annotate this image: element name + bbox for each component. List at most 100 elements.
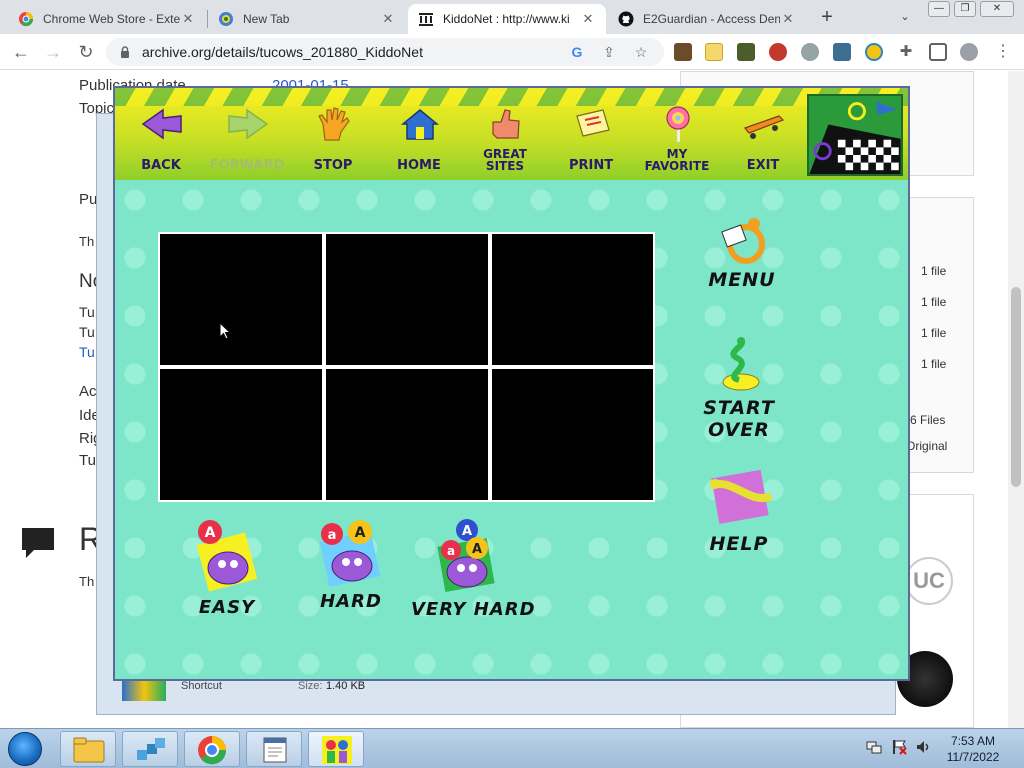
file-count[interactable]: 1 file bbox=[921, 357, 946, 371]
shortcut-type: Shortcut bbox=[181, 680, 222, 692]
forward-arrow-icon[interactable]: → bbox=[42, 41, 64, 63]
close-window-button[interactable]: ✕ bbox=[980, 1, 1014, 17]
exit-button[interactable]: EXIT bbox=[721, 102, 805, 176]
file-count[interactable]: 1 file bbox=[921, 326, 946, 340]
home-button[interactable]: HOME bbox=[377, 102, 461, 176]
snake-menu-icon bbox=[721, 218, 765, 264]
print-button[interactable]: PRINT bbox=[549, 102, 633, 176]
google-lens-icon[interactable]: G bbox=[568, 43, 586, 61]
extension-bug-icon[interactable] bbox=[769, 43, 787, 61]
bookmark-star-icon[interactable]: ☆ bbox=[632, 43, 650, 61]
start-over-button[interactable]: START OVER bbox=[699, 336, 779, 441]
back-button[interactable]: BACK bbox=[119, 102, 203, 176]
page-scrollbar[interactable] bbox=[1008, 71, 1024, 728]
shortcut-size-label: Size: bbox=[298, 680, 323, 692]
tab-new-tab[interactable]: New Tab ✕ bbox=[208, 4, 406, 34]
chrome-icon bbox=[198, 736, 227, 765]
file-count[interactable]: 1 file bbox=[921, 264, 946, 278]
taskbar-explorer[interactable] bbox=[60, 731, 116, 767]
exit-label: EXIT bbox=[746, 158, 780, 173]
extension-photo-icon[interactable] bbox=[737, 43, 755, 61]
windows-taskbar: 7:53 AM 11/7/2022 bbox=[0, 728, 1024, 768]
share-icon[interactable]: ⇪ bbox=[600, 43, 618, 61]
volume-tray-icon[interactable] bbox=[915, 739, 931, 755]
grid-cell[interactable] bbox=[326, 369, 488, 500]
network-icon bbox=[137, 738, 165, 760]
page-label: Tu bbox=[79, 324, 95, 340]
extension-notes-icon[interactable] bbox=[705, 43, 723, 61]
tab-kiddonet[interactable]: KiddoNet : http://www.ki ✕ bbox=[408, 4, 606, 34]
file-count[interactable]: 6 Files bbox=[910, 413, 945, 427]
back-arrow-icon[interactable]: ← bbox=[10, 41, 32, 63]
help-button[interactable]: HELP bbox=[699, 466, 779, 555]
hard-button[interactable]: a A HARD bbox=[301, 518, 401, 612]
tab-chrome-web-store[interactable]: Chrome Web Store - Exte ✕ bbox=[8, 4, 206, 34]
tab-e2guardian[interactable]: E2Guardian - Access Den ✕ bbox=[608, 4, 806, 34]
page-label: Tu bbox=[79, 304, 95, 320]
network-tray-icon[interactable] bbox=[866, 739, 882, 755]
tab-search-chevron-icon[interactable]: ⌄ bbox=[896, 8, 914, 26]
grid-cell[interactable] bbox=[326, 234, 488, 365]
restore-button[interactable]: ❐ bbox=[954, 1, 976, 17]
close-tab-icon[interactable]: ✕ bbox=[780, 11, 796, 27]
grid-cell[interactable] bbox=[160, 234, 322, 365]
taskbar-network[interactable] bbox=[122, 731, 178, 767]
tab-title: KiddoNet : http://www.ki bbox=[443, 12, 570, 26]
page-label[interactable]: Tu bbox=[79, 344, 95, 360]
minimize-button[interactable]: — bbox=[928, 1, 950, 17]
kiddonet-window: BACK FORWARD STOP HOME GREAT SITES PRINT bbox=[113, 86, 910, 681]
taskbar-notepad[interactable] bbox=[246, 731, 302, 767]
tucows-logo-icon: UC bbox=[905, 557, 953, 605]
extension-monitor-icon[interactable] bbox=[833, 43, 851, 61]
stop-button[interactable]: STOP bbox=[291, 102, 375, 176]
new-tab-icon bbox=[219, 12, 233, 26]
balloon-letter: A bbox=[472, 542, 482, 557]
profile-avatar-icon[interactable] bbox=[960, 43, 978, 61]
explorer-icon bbox=[73, 737, 105, 763]
back-label: BACK bbox=[141, 158, 181, 173]
more-menu-icon[interactable]: ⋮ bbox=[992, 41, 1014, 63]
close-tab-icon[interactable]: ✕ bbox=[380, 11, 396, 27]
menu-button[interactable]: MENU bbox=[703, 216, 781, 291]
file-count[interactable]: 1 file bbox=[921, 295, 946, 309]
notepad-icon bbox=[263, 737, 287, 763]
address-bar[interactable]: archive.org/details/tucows_201880_KiddoN… bbox=[106, 38, 664, 66]
skateboard-icon bbox=[744, 115, 785, 139]
back-arrow-icon bbox=[141, 108, 182, 140]
snake-help-icon bbox=[709, 469, 773, 524]
taskbar-kiddonet[interactable] bbox=[308, 731, 364, 767]
new-tab-button[interactable]: + bbox=[816, 6, 838, 28]
taskbar-chrome[interactable] bbox=[184, 731, 240, 767]
my-favorite-button[interactable]: MY FAVORITE bbox=[635, 102, 719, 176]
reload-icon[interactable]: ↻ bbox=[75, 41, 97, 63]
extension-globe-icon[interactable] bbox=[865, 43, 883, 61]
grid-cell[interactable] bbox=[492, 234, 653, 365]
kiddonet-icon bbox=[322, 736, 352, 764]
system-clock[interactable]: 7:53 AM 11/7/2022 bbox=[938, 733, 1008, 765]
page-label: Tu bbox=[79, 452, 96, 469]
grid-cell[interactable] bbox=[492, 369, 653, 500]
great-sites-button[interactable]: GREAT SITES bbox=[463, 102, 547, 176]
scrollbar-thumb[interactable] bbox=[1011, 287, 1021, 487]
grid-cell[interactable] bbox=[160, 369, 322, 500]
address-url[interactable]: archive.org/details/tucows_201880_KiddoN… bbox=[142, 44, 423, 60]
kiddonet-logo-icon bbox=[807, 94, 903, 176]
side-panel-icon[interactable] bbox=[929, 43, 947, 61]
lollipop-icon bbox=[666, 106, 690, 142]
forward-button[interactable]: FORWARD bbox=[205, 102, 289, 176]
monster-easy-icon: A bbox=[196, 520, 258, 592]
start-button[interactable] bbox=[8, 732, 42, 766]
file-count[interactable]: Original bbox=[906, 439, 947, 453]
page-label: Th bbox=[79, 234, 95, 249]
extension-avatar-icon[interactable] bbox=[674, 43, 692, 61]
extension-face-icon[interactable] bbox=[801, 43, 819, 61]
home-label: HOME bbox=[397, 158, 441, 173]
balloon-letter: A bbox=[205, 525, 216, 541]
easy-button[interactable]: A EASY bbox=[177, 518, 277, 618]
close-tab-icon[interactable]: ✕ bbox=[180, 11, 196, 27]
flag-tray-icon[interactable] bbox=[891, 739, 907, 755]
extensions-puzzle-icon[interactable]: ✚ bbox=[897, 43, 915, 61]
very-hard-button[interactable]: A a A VERY HARD bbox=[411, 518, 535, 620]
browser-toolbar: ← → ↻ archive.org/details/tucows_201880_… bbox=[0, 34, 1024, 70]
close-tab-icon[interactable]: ✕ bbox=[580, 11, 596, 27]
